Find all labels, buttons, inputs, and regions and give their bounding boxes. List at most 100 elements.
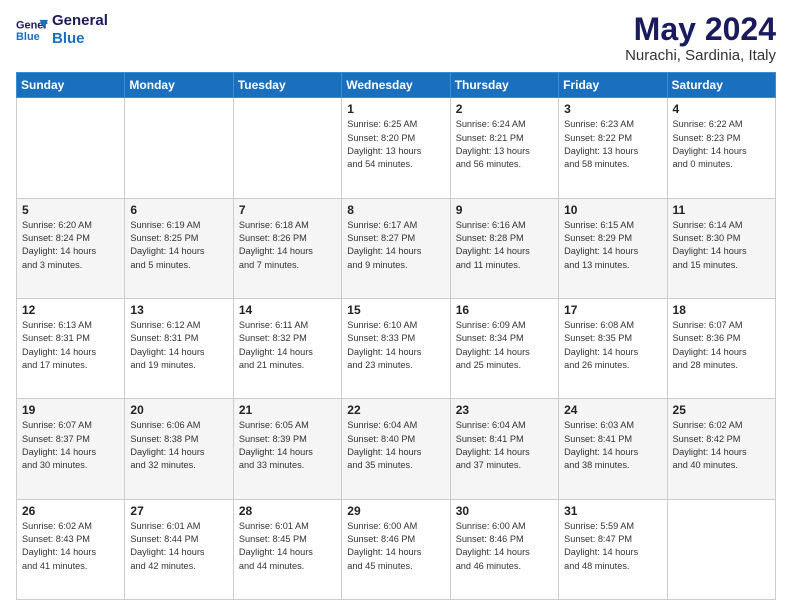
calendar-cell: 24 Sunrise: 6:03 AMSunset: 8:41 PMDayligh… bbox=[559, 399, 667, 499]
day-number: 30 bbox=[456, 504, 553, 518]
day-number: 15 bbox=[347, 303, 444, 317]
calendar-cell bbox=[667, 499, 775, 599]
day-number: 16 bbox=[456, 303, 553, 317]
day-number: 4 bbox=[673, 102, 770, 116]
day-info: Sunrise: 6:00 AMSunset: 8:46 PMDaylight:… bbox=[456, 520, 553, 573]
day-number: 18 bbox=[673, 303, 770, 317]
day-info: Sunrise: 6:07 AMSunset: 8:37 PMDaylight:… bbox=[22, 419, 119, 472]
main-title: May 2024 bbox=[625, 12, 776, 47]
svg-text:Blue: Blue bbox=[16, 31, 40, 43]
col-header-friday: Friday bbox=[559, 73, 667, 98]
calendar-cell: 30 Sunrise: 6:00 AMSunset: 8:46 PMDayligh… bbox=[450, 499, 558, 599]
day-number: 20 bbox=[130, 403, 227, 417]
calendar-cell bbox=[233, 98, 341, 198]
day-info: Sunrise: 6:23 AMSunset: 8:22 PMDaylight:… bbox=[564, 118, 661, 171]
day-info: Sunrise: 6:01 AMSunset: 8:45 PMDaylight:… bbox=[239, 520, 336, 573]
day-number: 2 bbox=[456, 102, 553, 116]
col-header-monday: Monday bbox=[125, 73, 233, 98]
calendar-cell: 23 Sunrise: 6:04 AMSunset: 8:41 PMDayligh… bbox=[450, 399, 558, 499]
day-info: Sunrise: 6:01 AMSunset: 8:44 PMDaylight:… bbox=[130, 520, 227, 573]
calendar-cell: 29 Sunrise: 6:00 AMSunset: 8:46 PMDayligh… bbox=[342, 499, 450, 599]
logo: General Blue General Blue bbox=[16, 12, 108, 48]
day-info: Sunrise: 6:03 AMSunset: 8:41 PMDaylight:… bbox=[564, 419, 661, 472]
page: General Blue General Blue May 2024 Nurac… bbox=[0, 0, 792, 612]
day-info: Sunrise: 6:18 AMSunset: 8:26 PMDaylight:… bbox=[239, 219, 336, 272]
day-info: Sunrise: 6:20 AMSunset: 8:24 PMDaylight:… bbox=[22, 219, 119, 272]
calendar-cell: 10Sunrise: 6:15 AMSunset: 8:29 PMDayligh… bbox=[559, 198, 667, 298]
calendar-cell: 19 Sunrise: 6:07 AMSunset: 8:37 PMDayligh… bbox=[17, 399, 125, 499]
calendar-cell: 11 Sunrise: 6:14 AMSunset: 8:30 PMDayligh… bbox=[667, 198, 775, 298]
calendar-cell: 27 Sunrise: 6:01 AMSunset: 8:44 PMDayligh… bbox=[125, 499, 233, 599]
day-info: Sunrise: 6:12 AMSunset: 8:31 PMDaylight:… bbox=[130, 319, 227, 372]
day-number: 23 bbox=[456, 403, 553, 417]
day-info: Sunrise: 6:24 AMSunset: 8:21 PMDaylight:… bbox=[456, 118, 553, 171]
calendar-header-row: SundayMondayTuesdayWednesdayThursdayFrid… bbox=[17, 73, 776, 98]
day-info: Sunrise: 6:02 AMSunset: 8:42 PMDaylight:… bbox=[673, 419, 770, 472]
day-info: Sunrise: 6:06 AMSunset: 8:38 PMDaylight:… bbox=[130, 419, 227, 472]
day-number: 11 bbox=[673, 203, 770, 217]
day-number: 29 bbox=[347, 504, 444, 518]
day-info: Sunrise: 6:04 AMSunset: 8:40 PMDaylight:… bbox=[347, 419, 444, 472]
day-number: 27 bbox=[130, 504, 227, 518]
calendar-table: SundayMondayTuesdayWednesdayThursdayFrid… bbox=[16, 72, 776, 600]
day-info: Sunrise: 6:09 AMSunset: 8:34 PMDaylight:… bbox=[456, 319, 553, 372]
day-info: Sunrise: 6:19 AMSunset: 8:25 PMDaylight:… bbox=[130, 219, 227, 272]
day-info: Sunrise: 6:08 AMSunset: 8:35 PMDaylight:… bbox=[564, 319, 661, 372]
day-info: Sunrise: 6:02 AMSunset: 8:43 PMDaylight:… bbox=[22, 520, 119, 573]
day-info: Sunrise: 6:13 AMSunset: 8:31 PMDaylight:… bbox=[22, 319, 119, 372]
day-number: 6 bbox=[130, 203, 227, 217]
calendar-week-5: 26 Sunrise: 6:02 AMSunset: 8:43 PMDayligh… bbox=[17, 499, 776, 599]
day-number: 28 bbox=[239, 504, 336, 518]
calendar-week-4: 19 Sunrise: 6:07 AMSunset: 8:37 PMDayligh… bbox=[17, 399, 776, 499]
calendar-cell: 6 Sunrise: 6:19 AMSunset: 8:25 PMDaylight… bbox=[125, 198, 233, 298]
day-info: Sunrise: 6:00 AMSunset: 8:46 PMDaylight:… bbox=[347, 520, 444, 573]
day-number: 19 bbox=[22, 403, 119, 417]
calendar-cell bbox=[17, 98, 125, 198]
calendar-cell: 1Sunrise: 6:25 AMSunset: 8:20 PMDaylight… bbox=[342, 98, 450, 198]
day-info: Sunrise: 6:14 AMSunset: 8:30 PMDaylight:… bbox=[673, 219, 770, 272]
day-info: Sunrise: 6:15 AMSunset: 8:29 PMDaylight:… bbox=[564, 219, 661, 272]
calendar-cell: 25Sunrise: 6:02 AMSunset: 8:42 PMDayligh… bbox=[667, 399, 775, 499]
calendar-cell: 5Sunrise: 6:20 AMSunset: 8:24 PMDaylight… bbox=[17, 198, 125, 298]
day-info: Sunrise: 6:17 AMSunset: 8:27 PMDaylight:… bbox=[347, 219, 444, 272]
logo-general: General bbox=[52, 12, 108, 30]
subtitle: Nurachi, Sardinia, Italy bbox=[625, 47, 776, 64]
calendar-cell: 13 Sunrise: 6:12 AMSunset: 8:31 PMDayligh… bbox=[125, 298, 233, 398]
calendar-cell: 17 Sunrise: 6:08 AMSunset: 8:35 PMDayligh… bbox=[559, 298, 667, 398]
calendar-cell: 21 Sunrise: 6:05 AMSunset: 8:39 PMDayligh… bbox=[233, 399, 341, 499]
day-info: Sunrise: 6:07 AMSunset: 8:36 PMDaylight:… bbox=[673, 319, 770, 372]
day-number: 22 bbox=[347, 403, 444, 417]
header: General Blue General Blue May 2024 Nurac… bbox=[16, 12, 776, 64]
calendar-week-3: 12Sunrise: 6:13 AMSunset: 8:31 PMDayligh… bbox=[17, 298, 776, 398]
day-number: 31 bbox=[564, 504, 661, 518]
day-number: 24 bbox=[564, 403, 661, 417]
day-number: 9 bbox=[456, 203, 553, 217]
day-number: 21 bbox=[239, 403, 336, 417]
calendar-cell: 12Sunrise: 6:13 AMSunset: 8:31 PMDayligh… bbox=[17, 298, 125, 398]
calendar-cell: 2 Sunrise: 6:24 AMSunset: 8:21 PMDaylight… bbox=[450, 98, 558, 198]
calendar-cell: 28 Sunrise: 6:01 AMSunset: 8:45 PMDayligh… bbox=[233, 499, 341, 599]
day-info: Sunrise: 6:04 AMSunset: 8:41 PMDaylight:… bbox=[456, 419, 553, 472]
day-number: 3 bbox=[564, 102, 661, 116]
calendar-cell: 3 Sunrise: 6:23 AMSunset: 8:22 PMDaylight… bbox=[559, 98, 667, 198]
calendar-cell: 26 Sunrise: 6:02 AMSunset: 8:43 PMDayligh… bbox=[17, 499, 125, 599]
calendar-week-2: 5Sunrise: 6:20 AMSunset: 8:24 PMDaylight… bbox=[17, 198, 776, 298]
day-info: Sunrise: 6:10 AMSunset: 8:33 PMDaylight:… bbox=[347, 319, 444, 372]
day-info: Sunrise: 6:05 AMSunset: 8:39 PMDaylight:… bbox=[239, 419, 336, 472]
calendar-cell bbox=[125, 98, 233, 198]
col-header-saturday: Saturday bbox=[667, 73, 775, 98]
calendar-cell: 14Sunrise: 6:11 AMSunset: 8:32 PMDayligh… bbox=[233, 298, 341, 398]
calendar-week-1: 1Sunrise: 6:25 AMSunset: 8:20 PMDaylight… bbox=[17, 98, 776, 198]
day-info: Sunrise: 6:16 AMSunset: 8:28 PMDaylight:… bbox=[456, 219, 553, 272]
day-number: 17 bbox=[564, 303, 661, 317]
day-info: Sunrise: 6:25 AMSunset: 8:20 PMDaylight:… bbox=[347, 118, 444, 171]
col-header-sunday: Sunday bbox=[17, 73, 125, 98]
day-info: Sunrise: 6:22 AMSunset: 8:23 PMDaylight:… bbox=[673, 118, 770, 171]
day-number: 26 bbox=[22, 504, 119, 518]
title-block: May 2024 Nurachi, Sardinia, Italy bbox=[625, 12, 776, 64]
day-number: 13 bbox=[130, 303, 227, 317]
day-info: Sunrise: 5:59 AMSunset: 8:47 PMDaylight:… bbox=[564, 520, 661, 573]
calendar-cell: 7Sunrise: 6:18 AMSunset: 8:26 PMDaylight… bbox=[233, 198, 341, 298]
logo-icon: General Blue bbox=[16, 16, 48, 44]
calendar-cell: 31 Sunrise: 5:59 AMSunset: 8:47 PMDayligh… bbox=[559, 499, 667, 599]
